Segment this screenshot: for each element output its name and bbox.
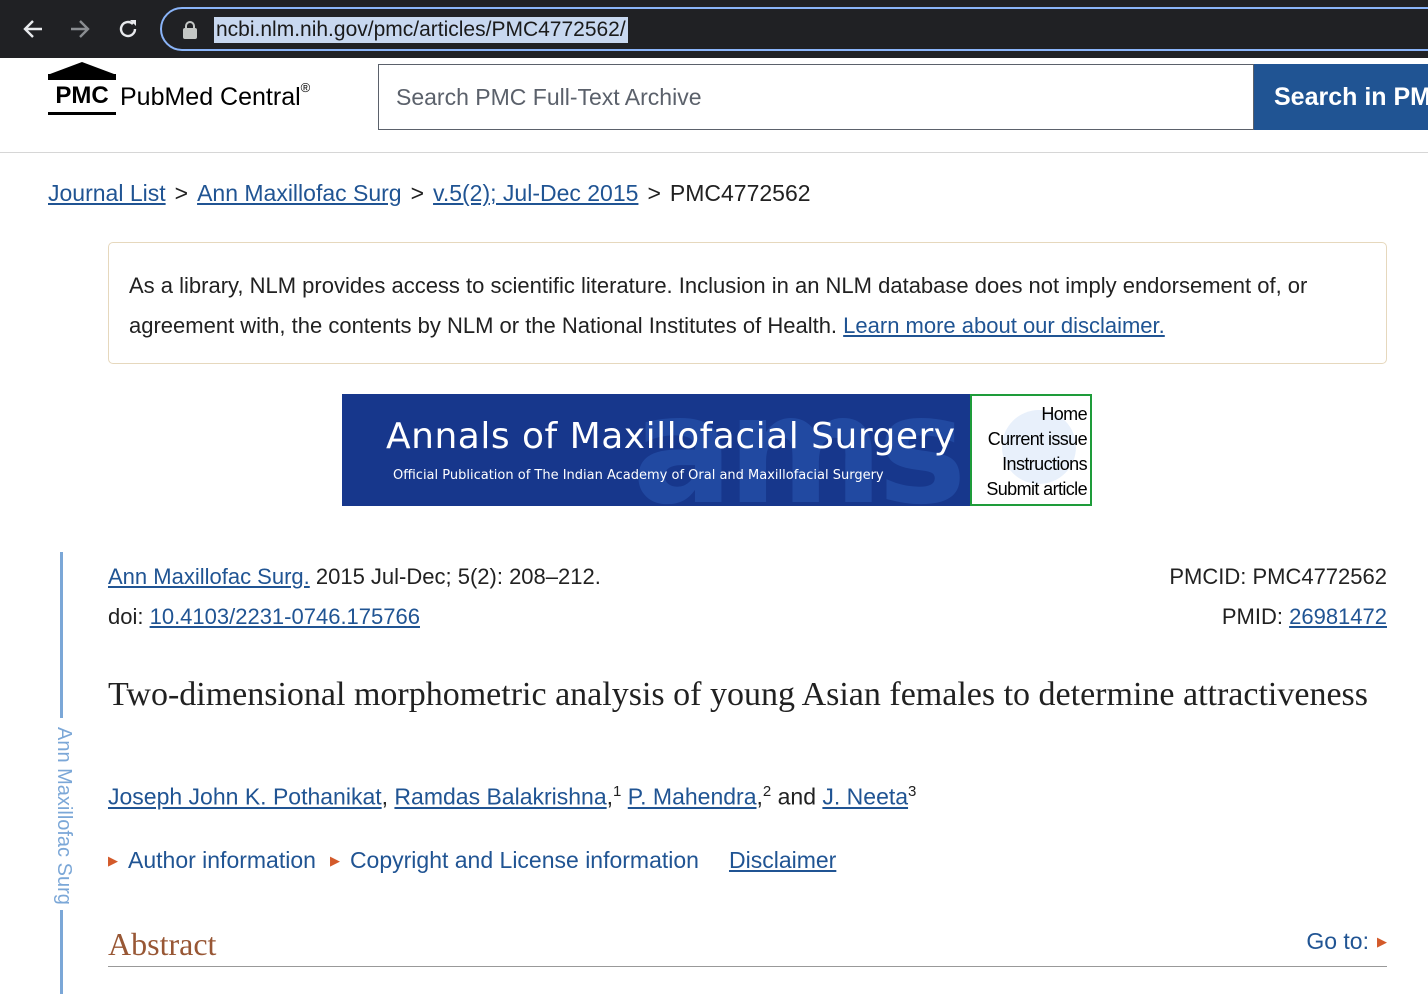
- banner-link-instructions[interactable]: Instructions: [972, 452, 1087, 477]
- building-roof-icon: [48, 62, 116, 77]
- citation: Ann Maxillofac Surg. 2015 Jul-Dec; 5(2):…: [108, 557, 601, 637]
- search-button[interactable]: Search in PMC: [1254, 64, 1428, 130]
- reload-icon: [119, 20, 137, 38]
- breadcrumb-current: PMC4772562: [669, 180, 811, 206]
- breadcrumb: Journal List > Ann Maxillofac Surg > v.5(2);…: [48, 180, 811, 207]
- nlm-disclaimer-box: As a library, NLM provides access to sci…: [108, 242, 1387, 364]
- triangle-right-icon: ▶: [108, 853, 118, 868]
- citation-details: 2015 Jul-Dec; 5(2): 208–212.: [309, 564, 601, 589]
- pmcid-label: PMCID:: [1169, 564, 1253, 589]
- authors-and: and: [771, 783, 823, 810]
- forward-button[interactable]: [63, 12, 97, 46]
- banner-title: Annals of Maxillofacial Surgery: [386, 416, 956, 457]
- banner-subtitle: Official Publication of The Indian Acade…: [393, 468, 884, 483]
- section-divider: [108, 966, 1387, 967]
- pmcid-value: PMC4772562: [1252, 564, 1387, 589]
- pmid-link[interactable]: 26981472: [1289, 604, 1387, 629]
- author-affiliation: 1: [613, 783, 622, 800]
- breadcrumb-separator: >: [174, 180, 189, 206]
- triangle-right-icon: ▶: [1377, 934, 1387, 949]
- lock-icon: [183, 21, 197, 39]
- pmc-logo[interactable]: PMC PubMed Central®: [48, 61, 338, 121]
- back-icon: [23, 20, 42, 38]
- logo-name: PubMed Central®: [120, 79, 311, 111]
- banner-link-submit-article[interactable]: Submit article: [972, 477, 1087, 502]
- back-button[interactable]: [16, 12, 50, 46]
- journal-banner-logo[interactable]: ams Annals of Maxillofacial Surgery Offi…: [342, 394, 970, 506]
- pmid-label: PMID:: [1221, 604, 1290, 629]
- triangle-right-icon: ▶: [329, 853, 340, 868]
- abstract-heading: Abstract: [108, 926, 217, 962]
- author-affiliation: 3: [908, 783, 917, 800]
- side-journal-label[interactable]: Ann Maxillofac Surg: [52, 727, 76, 905]
- author-link[interactable]: Joseph John K. Pothanikat: [108, 784, 382, 810]
- banner-link-home[interactable]: Home: [972, 402, 1087, 427]
- author-affiliation: 2: [762, 783, 772, 800]
- author-list: Joseph John K. Pothanikat, Ramdas Balakr…: [108, 783, 917, 810]
- breadcrumb-separator: >: [647, 180, 661, 206]
- doi-link[interactable]: 10.4103/2231-0746.175766: [150, 604, 420, 629]
- breadcrumb-journal-list[interactable]: Journal List: [48, 180, 166, 206]
- breadcrumb-journal[interactable]: Ann Maxillofac Surg: [197, 180, 402, 206]
- article-info-links: ▶ Author information ▶ Copyright and Licens…: [108, 847, 836, 874]
- author-link[interactable]: J. Neeta: [822, 784, 908, 810]
- author-information-toggle[interactable]: Author information: [128, 847, 316, 873]
- doi-label: doi:: [108, 604, 150, 629]
- url-text[interactable]: ncbi.nlm.nih.gov/pmc/articles/PMC4772562…: [214, 17, 628, 43]
- article-disclaimer-link[interactable]: Disclaimer: [729, 847, 836, 873]
- banner-link-current-issue[interactable]: Current issue: [972, 427, 1088, 452]
- address-bar[interactable]: ncbi.nlm.nih.gov/pmc/articles/PMC4772562…: [160, 7, 1428, 51]
- breadcrumb-separator: >: [410, 180, 425, 206]
- banner-links: Home Current issue Instructions Submit a…: [970, 394, 1092, 506]
- search-input[interactable]: [379, 65, 1253, 129]
- copyright-license-toggle[interactable]: Copyright and License information: [350, 847, 699, 873]
- author-link[interactable]: Ramdas Balakrishna: [394, 784, 606, 810]
- browser-toolbar: ncbi.nlm.nih.gov/pmc/articles/PMC4772562…: [0, 0, 1428, 58]
- goto-label[interactable]: Go to:: [1306, 928, 1369, 954]
- forward-icon: [71, 20, 90, 38]
- side-rule-bottom: [60, 910, 63, 994]
- goto-menu[interactable]: Go to: ▶: [1306, 928, 1387, 955]
- reload-button[interactable]: [111, 12, 145, 46]
- logo-abbreviation: PMC: [48, 77, 116, 115]
- search-box: [378, 64, 1254, 130]
- author-link[interactable]: P. Mahendra: [628, 784, 757, 810]
- journal-banner: ams Annals of Maxillofacial Surgery Offi…: [342, 394, 1092, 506]
- article-identifiers: PMCID: PMC4772562 PMID: 26981472: [1169, 557, 1387, 637]
- side-rule-top: [60, 552, 63, 718]
- site-header: PMC PubMed Central® Search in PMC: [0, 58, 1428, 153]
- disclaimer-link[interactable]: Learn more about our disclaimer.: [843, 313, 1165, 338]
- article-title: Two-dimensional morphometric analysis of…: [108, 676, 1369, 713]
- citation-journal-link[interactable]: Ann Maxillofac Surg.: [108, 564, 310, 589]
- breadcrumb-issue[interactable]: v.5(2); Jul-Dec 2015: [433, 180, 638, 206]
